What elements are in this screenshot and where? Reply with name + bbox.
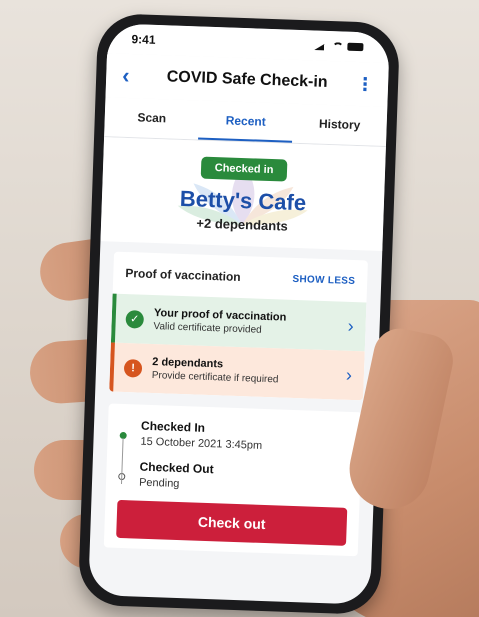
proof-title: Proof of vaccination bbox=[125, 266, 241, 285]
checkin-timeline: Checked In 15 October 2021 3:45pm Checke… bbox=[103, 403, 363, 557]
phone-screen: 9:41 ‹ COVID Safe Check-in ⋮ Scan Recent… bbox=[88, 23, 390, 605]
timeline-item-checked-in: Checked In 15 October 2021 3:45pm bbox=[119, 418, 350, 455]
signal-icon bbox=[314, 41, 328, 50]
timeline-item-checked-out: Checked Out Pending bbox=[118, 459, 349, 496]
timeline-value: 15 October 2021 3:45pm bbox=[140, 435, 263, 452]
row-text: 2 dependants Provide certificate if requ… bbox=[152, 356, 347, 388]
timeline-text: Checked Out Pending bbox=[139, 460, 214, 492]
tab-history[interactable]: History bbox=[292, 104, 387, 146]
checked-in-badge: Checked in bbox=[200, 156, 288, 182]
chevron-right-icon: › bbox=[347, 315, 354, 337]
timeline-title: Checked Out bbox=[139, 459, 214, 477]
tab-recent[interactable]: Recent bbox=[198, 100, 294, 143]
check-out-button[interactable]: Check out bbox=[116, 499, 348, 546]
timeline-title: Checked In bbox=[140, 418, 206, 435]
more-options-icon[interactable]: ⋮ bbox=[352, 73, 373, 95]
chevron-right-icon: › bbox=[345, 364, 353, 385]
page-title: COVID Safe Check-in bbox=[166, 68, 328, 91]
proof-of-vaccination-card: Proof of vaccination SHOW LESS ✓ Your pr… bbox=[109, 251, 368, 401]
row-text: Your proof of vaccination Valid certific… bbox=[153, 307, 348, 339]
warning-icon: ! bbox=[123, 358, 143, 378]
back-icon[interactable]: ‹ bbox=[122, 63, 143, 90]
timeline-text: Checked In 15 October 2021 3:45pm bbox=[140, 419, 263, 452]
show-less-link[interactable]: SHOW LESS bbox=[292, 273, 355, 286]
checkin-summary: Checked in Betty's Cafe +2 dependants bbox=[100, 137, 386, 251]
vaccination-status-row[interactable]: ✓ Your proof of vaccination Valid certif… bbox=[110, 293, 367, 352]
status-time: 9:41 bbox=[131, 32, 156, 47]
wifi-icon bbox=[332, 41, 344, 51]
status-icons bbox=[314, 41, 364, 52]
timeline-value: Pending bbox=[138, 476, 180, 491]
tab-scan[interactable]: Scan bbox=[104, 97, 199, 139]
check-circle-icon: ✓ bbox=[125, 309, 145, 329]
phone: 9:41 ‹ COVID Safe Check-in ⋮ Scan Recent… bbox=[77, 12, 401, 616]
battery-icon bbox=[347, 42, 364, 52]
dependants-status-row[interactable]: ! 2 dependants Provide certificate if re… bbox=[109, 342, 365, 401]
